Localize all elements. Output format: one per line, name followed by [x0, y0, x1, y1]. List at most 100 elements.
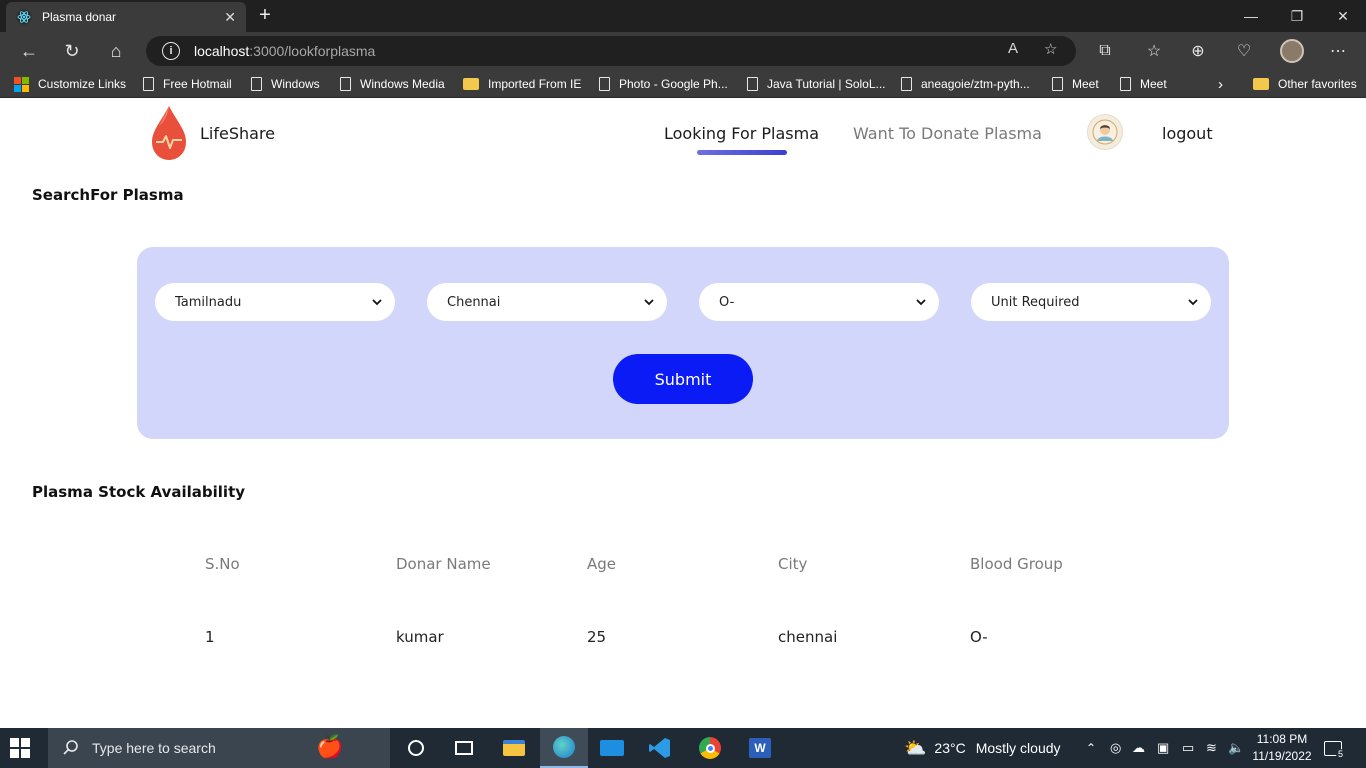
address-bar[interactable]: i localhost:3000/lookforplasma A ☆	[146, 36, 1076, 66]
volume-icon[interactable]: 🔈	[1228, 728, 1244, 768]
fav-windows-media[interactable]: Windows Media	[340, 74, 445, 94]
fav-meet-2[interactable]: Meet	[1120, 74, 1167, 94]
fav-imported-from-ie[interactable]: Imported From IE	[463, 74, 581, 94]
more-menu-icon[interactable]: ⋯	[1324, 37, 1352, 65]
edge-taskbar-icon[interactable]	[540, 728, 588, 768]
fav-label: Meet	[1072, 77, 1099, 91]
chevron-down-icon	[372, 299, 382, 306]
file-explorer-icon[interactable]	[490, 728, 538, 768]
vscode-icon[interactable]	[636, 728, 684, 768]
fav-google-photos[interactable]: Photo - Google Ph...	[599, 74, 728, 94]
state-select[interactable]: Tamilnadu	[155, 283, 395, 321]
page-icon	[747, 77, 758, 91]
user-avatar[interactable]	[1087, 114, 1123, 150]
collections-icon[interactable]: ⊕	[1184, 37, 1212, 65]
refresh-icon[interactable]: ↻	[57, 37, 87, 65]
browser-tab[interactable]: Plasma donar ✕	[6, 2, 246, 32]
vscode-logo	[649, 738, 670, 758]
brand-name[interactable]: LifeShare	[200, 124, 275, 143]
chevron-right-icon[interactable]: ›	[1218, 74, 1223, 94]
fav-label: aneagoie/ztm-pyth...	[921, 77, 1030, 91]
city-select[interactable]: Chennai	[427, 283, 667, 321]
new-tab-button[interactable]: +	[254, 4, 276, 26]
logout-link[interactable]: logout	[1162, 124, 1213, 143]
home-icon[interactable]: ⌂	[101, 37, 131, 65]
url-path: :3000/lookforplasma	[249, 43, 376, 59]
fav-label: Photo - Google Ph...	[619, 77, 728, 91]
page-icon	[1052, 77, 1063, 91]
fav-ztm-python[interactable]: aneagoie/ztm-pyth...	[901, 74, 1030, 94]
submit-button[interactable]: Submit	[613, 354, 753, 404]
weather-widget[interactable]: ⛅ 23°C Mostly cloudy	[904, 728, 1061, 768]
site-info-icon[interactable]: i	[162, 42, 180, 60]
profile-avatar[interactable]	[1278, 37, 1306, 65]
fav-label: Free Hotmail	[163, 77, 232, 91]
chevron-down-icon	[644, 299, 654, 306]
url-host: localhost	[194, 43, 250, 59]
page-icon	[340, 77, 351, 91]
folder-icon	[1253, 78, 1269, 90]
onedrive-icon[interactable]: ☁	[1132, 728, 1145, 768]
tab-close-icon[interactable]: ✕	[224, 9, 236, 26]
chrome-icon[interactable]	[686, 728, 734, 768]
chevron-down-icon	[1188, 299, 1198, 306]
back-arrow-icon[interactable]: ←	[14, 37, 44, 65]
table-cell-age: 25	[587, 628, 607, 646]
minimize-button[interactable]: —	[1228, 0, 1274, 32]
notifications-button[interactable]: 5	[1324, 728, 1351, 768]
taskbar-search[interactable]: Type here to search 🍎	[48, 728, 390, 768]
folder-icon	[463, 78, 479, 90]
microsoft-icon	[14, 76, 29, 92]
fav-meet-1[interactable]: Meet	[1052, 74, 1099, 94]
fav-label: Windows	[271, 77, 320, 91]
close-window-button[interactable]: ✕	[1320, 0, 1366, 32]
taskbar-clock[interactable]: 11:08 PM 11/19/2022	[1250, 731, 1314, 765]
chevron-up-icon[interactable]: ⌃	[1086, 728, 1096, 768]
page-icon	[251, 77, 262, 91]
nav-looking-for-plasma[interactable]: Looking For Plasma	[664, 124, 819, 143]
favorites-bar: Customize Links Free Hotmail Windows Win…	[0, 70, 1366, 98]
blood-drop-logo	[152, 106, 186, 160]
extensions-icon[interactable]: ⧉	[1091, 37, 1119, 65]
blood-group-select[interactable]: O-	[699, 283, 939, 321]
restore-button[interactable]: ❐	[1274, 0, 1320, 32]
display-icon[interactable]: ▣	[1157, 728, 1169, 768]
page-icon	[143, 77, 154, 91]
windows-start-icon[interactable]	[10, 738, 30, 758]
word-icon[interactable]: W	[736, 728, 784, 768]
battery-icon[interactable]: ▭	[1182, 728, 1194, 768]
units-select[interactable]: Unit Required	[971, 283, 1211, 321]
fav-other-favorites[interactable]: Other favorites	[1253, 74, 1357, 94]
fav-customize-links[interactable]: Customize Links	[14, 74, 126, 94]
task-view-icon[interactable]	[440, 728, 488, 768]
favorites-icon[interactable]: ☆	[1140, 37, 1168, 65]
health-icon[interactable]: ♡	[1230, 37, 1258, 65]
fav-free-hotmail[interactable]: Free Hotmail	[143, 74, 232, 94]
taskbar-search-placeholder: Type here to search	[92, 740, 216, 756]
units-select-value: Unit Required	[991, 294, 1080, 310]
react-icon	[16, 9, 32, 25]
city-select-value: Chennai	[447, 294, 501, 310]
mail-icon[interactable]	[588, 728, 636, 768]
state-select-value: Tamilnadu	[175, 294, 242, 310]
add-favorite-icon[interactable]: ☆	[1044, 40, 1057, 58]
windows-taskbar: Type here to search 🍎 W ⛅ 23°C Mostly cl…	[0, 728, 1366, 768]
chevron-down-icon	[916, 299, 926, 306]
fav-windows[interactable]: Windows	[251, 74, 320, 94]
table-header-city: City	[778, 555, 808, 573]
nav-want-to-donate[interactable]: Want To Donate Plasma	[853, 124, 1042, 143]
wifi-icon[interactable]: ≋	[1206, 728, 1217, 768]
read-aloud-icon[interactable]: A	[1008, 40, 1018, 57]
blood-group-select-value: O-	[719, 294, 735, 310]
cloudy-weather-icon: ⛅	[904, 737, 927, 758]
cortana-icon[interactable]	[392, 728, 440, 768]
table-cell-blood-group: O-	[970, 628, 988, 646]
fav-label: Windows Media	[360, 77, 445, 91]
fav-java-tutorial[interactable]: Java Tutorial | SoloL...	[747, 74, 886, 94]
webcam-icon[interactable]: ◎	[1110, 728, 1121, 768]
fav-label: Java Tutorial | SoloL...	[767, 77, 886, 91]
tab-title: Plasma donar	[42, 10, 117, 24]
browser-toolbar: ← ↻ ⌂ i localhost:3000/lookforplasma A ☆…	[0, 32, 1366, 70]
search-card: Tamilnadu Chennai O- Unit Required Submi…	[137, 247, 1229, 439]
search-section-title: SearchFor Plasma	[32, 186, 184, 204]
